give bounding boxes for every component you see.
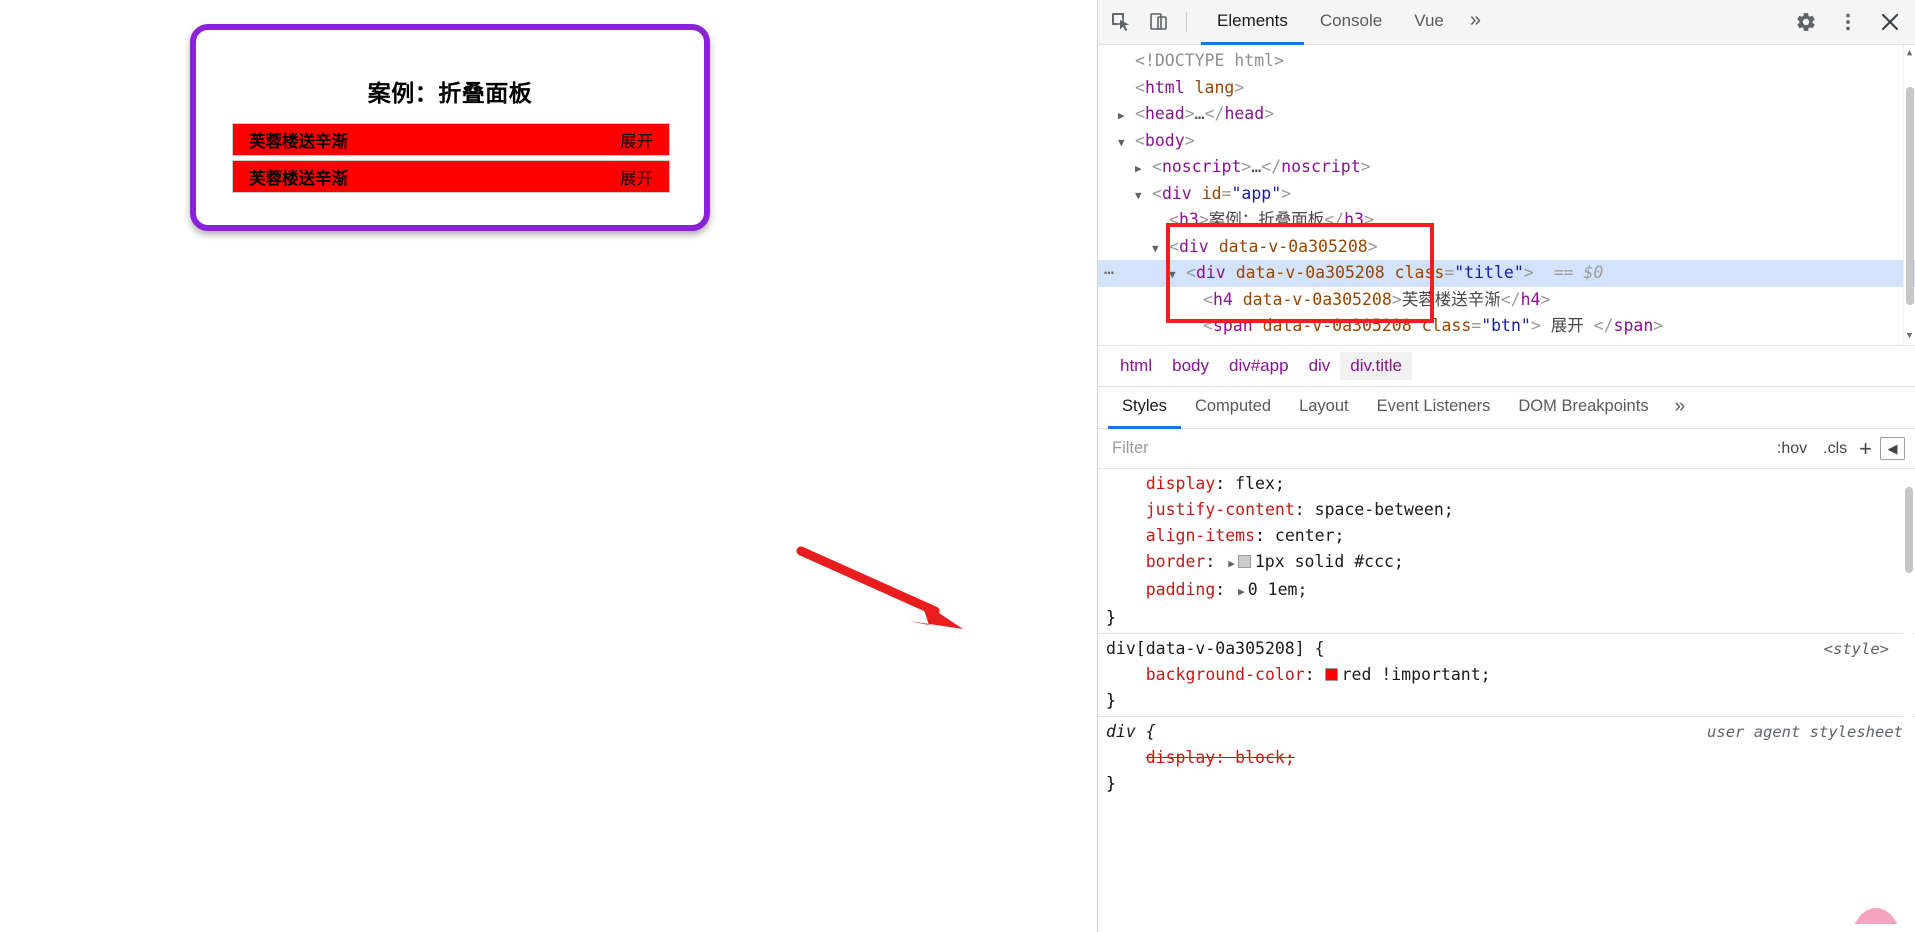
dom-node[interactable]: ▼ <div data-v-0a305208>	[1098, 234, 1915, 261]
dom-node[interactable]: <span data-v-0a305208 class="btn"> 展开 </…	[1098, 313, 1915, 340]
tab-console[interactable]: Console	[1304, 0, 1398, 45]
accordion-row[interactable]: 芙蓉楼送辛渐 展开	[232, 160, 670, 193]
breadcrumb-item-div-app[interactable]: div#app	[1219, 352, 1299, 380]
close-icon[interactable]	[1869, 5, 1911, 39]
devtools-toolbar: Elements Console Vue »	[1098, 0, 1915, 45]
devtools-panel: Elements Console Vue » <!DOCTYPE html> <…	[1097, 0, 1915, 932]
scroll-down-icon[interactable]: ▼	[1904, 330, 1915, 343]
scrollbar-thumb[interactable]	[1906, 87, 1914, 305]
styles-filter-actions: :hov .cls + ◀	[1773, 436, 1915, 462]
new-style-rule-button[interactable]: +	[1859, 436, 1872, 462]
css-rule[interactable]: div[data-v-0a305208] {<style> background…	[1098, 633, 1915, 716]
dom-node[interactable]: ▼ <div id="app">	[1098, 181, 1915, 208]
scroll-up-icon[interactable]: ▲	[1904, 47, 1915, 60]
css-rule[interactable]: div {user agent stylesheet display: bloc…	[1098, 716, 1915, 799]
page-title: 案例：折叠面板	[367, 81, 533, 107]
tab-elements[interactable]: Elements	[1201, 0, 1304, 45]
css-rule-closing-brace: }	[1106, 691, 1116, 710]
tab-layout[interactable]: Layout	[1285, 387, 1363, 429]
styles-filter-row: :hov .cls + ◀	[1098, 429, 1915, 469]
page-preview-viewport: 案例：折叠面板 芙蓉楼送辛渐 展开 芙蓉楼送辛渐 展开	[0, 0, 1097, 932]
tab-styles[interactable]: Styles	[1108, 387, 1181, 429]
breadcrumb-item-div[interactable]: div	[1299, 352, 1341, 380]
devtools-tab-bar: Elements Console Vue »	[1201, 0, 1785, 45]
breadcrumb-item-body[interactable]: body	[1162, 352, 1219, 380]
dom-node[interactable]: ▼ <body>	[1098, 128, 1915, 155]
breadcrumb: html body div#app div div.title	[1098, 345, 1915, 387]
accordion-row-title: 芙蓉楼送辛渐	[249, 168, 348, 188]
dom-node[interactable]: <html lang>	[1098, 75, 1915, 102]
toolbar-right-actions	[1785, 5, 1911, 39]
accordion-row[interactable]: 芙蓉楼送辛渐 展开	[232, 123, 670, 156]
tab-computed[interactable]: Computed	[1181, 387, 1285, 429]
annotation-arrow-icon	[796, 546, 963, 629]
styles-more-tabs-button[interactable]: »	[1663, 387, 1698, 429]
css-rule-closing-brace: }	[1106, 774, 1116, 793]
accordion-row-title: 芙蓉楼送辛渐	[249, 131, 348, 151]
styles-rules-pane[interactable]: display: flex; justify-content: space-be…	[1098, 469, 1915, 924]
tab-dom-breakpoints[interactable]: DOM Breakpoints	[1504, 387, 1662, 429]
css-declaration[interactable]: justify-content: space-between;	[1106, 497, 1915, 523]
accordion-panel-card: 案例：折叠面板 芙蓉楼送辛渐 展开 芙蓉楼送辛渐 展开	[190, 24, 710, 231]
decorative-blob	[1851, 908, 1901, 924]
class-toggle-button[interactable]: .cls	[1819, 438, 1851, 460]
tab-vue[interactable]: Vue	[1398, 0, 1460, 45]
hover-state-button[interactable]: :hov	[1773, 438, 1811, 460]
computed-sidebar-toggle-icon[interactable]: ◀	[1880, 437, 1905, 460]
css-rule-origin: user agent stylesheet	[1707, 723, 1903, 741]
dom-node[interactable]: </div>	[1098, 340, 1915, 346]
breadcrumb-item-div-title[interactable]: div.title	[1340, 352, 1412, 380]
css-rule-closing-brace: }	[1106, 608, 1116, 627]
tab-event-listeners[interactable]: Event Listeners	[1363, 387, 1505, 429]
breadcrumb-item-html[interactable]: html	[1110, 352, 1162, 380]
scrollbar-thumb[interactable]	[1905, 487, 1913, 573]
dom-node[interactable]: ▶ <head>…</head>	[1098, 101, 1915, 128]
css-rules-list: display: flex; justify-content: space-be…	[1098, 469, 1915, 799]
accordion-toggle-button[interactable]: 展开	[620, 165, 653, 189]
css-rule-origin[interactable]: <style>	[1824, 636, 1889, 662]
css-declaration[interactable]: background-color: red !important;	[1106, 662, 1915, 688]
css-rule[interactable]: display: flex; justify-content: space-be…	[1098, 469, 1915, 633]
styles-pane-tab-bar: Styles Computed Layout Event Listeners D…	[1098, 387, 1915, 429]
device-toolbar-icon[interactable]	[1140, 5, 1178, 39]
toolbar-divider	[1186, 12, 1187, 32]
dom-node[interactable]: <h3>案例：折叠面板</h3>	[1098, 207, 1915, 234]
kebab-menu-icon[interactable]	[1827, 5, 1869, 39]
css-rule-selector[interactable]: div {user agent stylesheet	[1106, 719, 1915, 745]
inspect-element-icon[interactable]	[1102, 5, 1140, 39]
styles-pane-scrollbar[interactable]	[1903, 469, 1914, 924]
dom-node[interactable]: <!DOCTYPE html>	[1098, 48, 1915, 75]
css-declaration[interactable]: padding: ▶ 0 1em;	[1106, 577, 1915, 605]
dom-tree-lines: <!DOCTYPE html> <html lang> ▶ <head>…</head…	[1098, 48, 1915, 345]
dom-node-selected[interactable]: ⋯ ▼ <div data-v-0a305208 class="title"> ==…	[1098, 260, 1915, 287]
accordion-toggle-button[interactable]: 展开	[620, 128, 653, 152]
dom-node[interactable]: <h4 data-v-0a305208>芙蓉楼送辛渐</h4>	[1098, 287, 1915, 314]
dom-node-badge: ⋯	[1104, 263, 1116, 282]
css-declaration[interactable]: align-items: center;	[1106, 523, 1915, 549]
dom-tree-scrollbar[interactable]: ▲ ▼	[1903, 45, 1914, 345]
dom-tree[interactable]: <!DOCTYPE html> <html lang> ▶ <head>…</head…	[1098, 45, 1915, 345]
gear-icon[interactable]	[1785, 5, 1827, 39]
css-declaration[interactable]: display: flex;	[1106, 471, 1915, 497]
css-declaration[interactable]: border: ▶ 1px solid #ccc;	[1106, 549, 1915, 577]
css-rule-selector[interactable]: div[data-v-0a305208] {<style>	[1106, 636, 1915, 662]
css-declaration[interactable]: display: block;	[1106, 745, 1915, 771]
more-tabs-button[interactable]: »	[1460, 0, 1491, 45]
accordion-list: 芙蓉楼送辛渐 展开 芙蓉楼送辛渐 展开	[232, 123, 670, 197]
styles-filter-input[interactable]	[1098, 438, 1773, 459]
dom-node[interactable]: ▶ <noscript>…</noscript>	[1098, 154, 1915, 181]
